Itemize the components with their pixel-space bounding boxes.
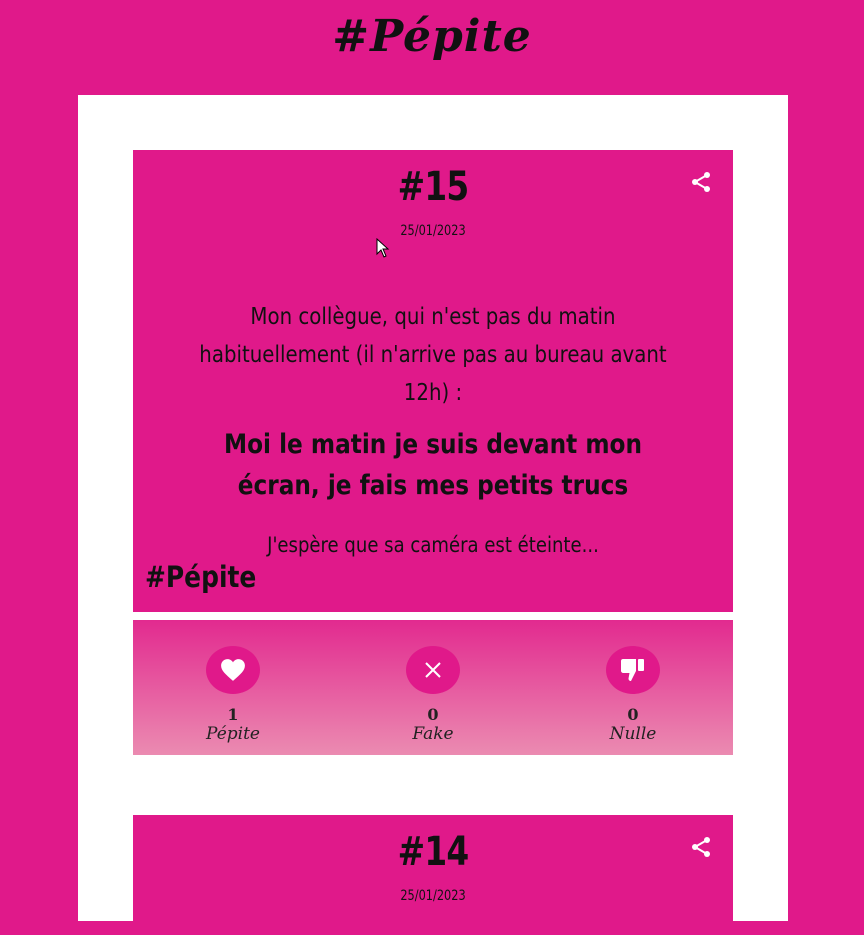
post-outro: J'espère que sa caméra est éteinte... <box>267 533 599 557</box>
post-body: Mon collègue, qui n'est pas du matin hab… <box>143 298 723 560</box>
post-number[interactable]: #14 <box>187 829 679 875</box>
mouse-cursor-icon <box>376 238 390 258</box>
reaction-label: Fake <box>412 724 454 744</box>
reaction-count: 1 <box>227 705 239 724</box>
reaction-fake: 0 Fake <box>333 620 533 755</box>
post-date: 25/01/2023 <box>400 888 466 904</box>
post-feed: #15 25/01/2023 Mon collègue, qui n'est p… <box>78 95 788 935</box>
reaction-count: 0 <box>427 705 439 724</box>
reaction-count: 0 <box>627 705 639 724</box>
reaction-bar: 1 Pépite 0 Fake 0 Nulle <box>133 620 733 755</box>
heart-icon[interactable] <box>206 646 260 694</box>
post-number[interactable]: #15 <box>187 164 679 210</box>
post-intro: Mon collègue, qui n'est pas du matin hab… <box>199 304 667 406</box>
site-title[interactable]: #Pépite <box>332 11 532 62</box>
reaction-pepite: 1 Pépite <box>133 620 333 755</box>
share-icon[interactable] <box>689 170 713 194</box>
site-header: #Pépite <box>0 0 864 95</box>
post-date: 25/01/2023 <box>400 223 466 239</box>
reaction-label: Pépite <box>206 724 260 744</box>
share-icon[interactable] <box>689 835 713 859</box>
reaction-nulle: 0 Nulle <box>533 620 733 755</box>
post-card: #14 25/01/2023 <box>133 815 733 935</box>
post-hashtag[interactable]: #Pépite <box>145 560 256 594</box>
post-card: #15 25/01/2023 Mon collègue, qui n'est p… <box>133 150 733 612</box>
close-icon[interactable] <box>406 646 460 694</box>
reaction-label: Nulle <box>609 724 657 744</box>
post-quote: Moi le matin je suis devant mon écran, j… <box>223 429 643 501</box>
thumbs-down-icon[interactable] <box>606 646 660 694</box>
